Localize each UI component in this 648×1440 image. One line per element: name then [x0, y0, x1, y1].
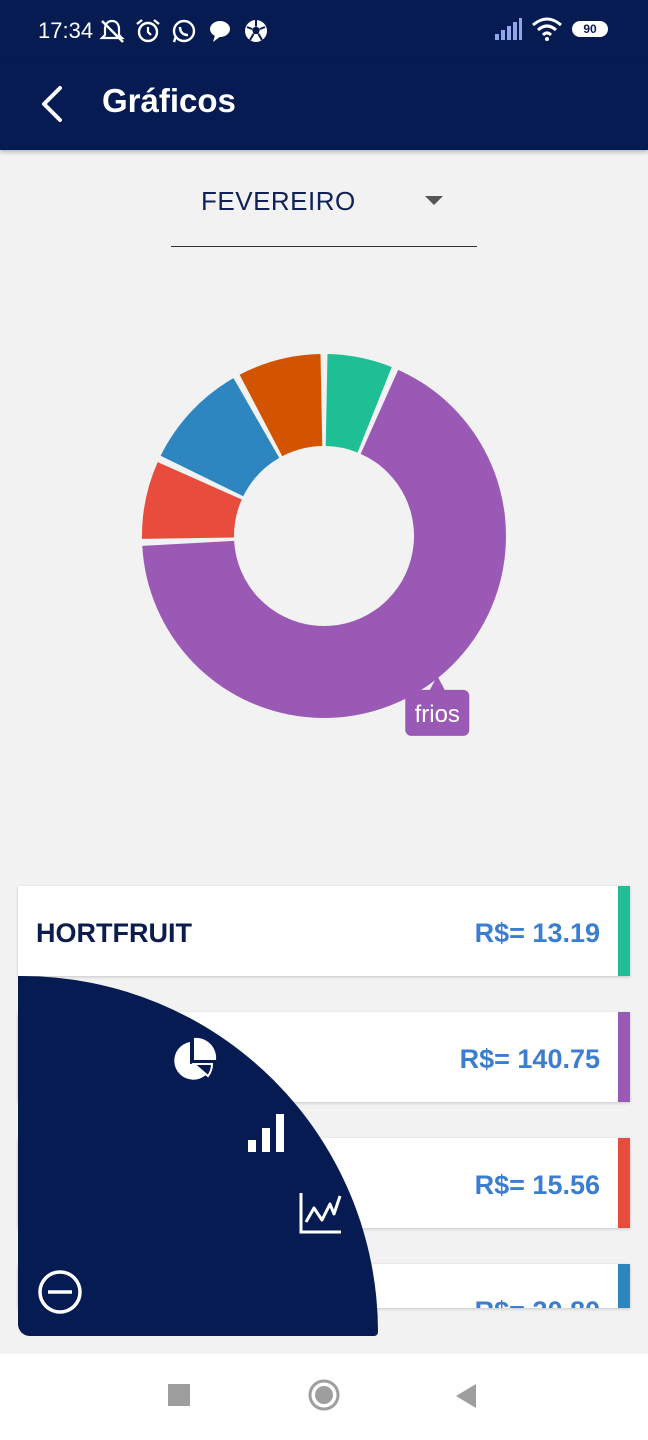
line-chart-icon[interactable]: [298, 1190, 344, 1236]
battery-icon: 90: [572, 21, 608, 37]
month-selected-value: FEVEREIRO: [201, 186, 356, 216]
battery-level: 90: [583, 22, 597, 36]
status-time: 17:34: [38, 18, 94, 43]
chat-icon: [210, 21, 230, 42]
signal-icon: [495, 18, 522, 40]
chevron-down-icon: [425, 196, 443, 205]
app-bar: Gráficos: [0, 62, 648, 150]
category-value: R$= 20.80: [475, 1296, 600, 1308]
bar-chart-icon[interactable]: [246, 1110, 290, 1154]
status-bar: 17:34 90: [0, 0, 648, 62]
category-value: R$= 140.75: [459, 1044, 600, 1074]
category-value: R$= 13.19: [474, 918, 600, 948]
list-item[interactable]: HORTFRUIT R$= 13.19: [18, 886, 630, 976]
pie-chart-icon[interactable]: [168, 1036, 218, 1086]
back-icon[interactable]: [454, 1382, 478, 1410]
mute-icon: [99, 19, 125, 43]
category-color-stripe: [618, 1264, 630, 1308]
system-nav-bar: [0, 1354, 648, 1440]
soccer-icon: [245, 20, 267, 42]
category-color-stripe: [618, 886, 630, 976]
back-arrow-icon[interactable]: [34, 82, 74, 126]
alarm-icon: [136, 19, 160, 43]
month-dropdown[interactable]: FEVEREIRO: [171, 168, 477, 247]
tooltip-label: frios: [415, 701, 460, 728]
close-menu-icon[interactable]: [36, 1268, 84, 1316]
chart-slices: [141, 354, 506, 718]
home-icon[interactable]: [307, 1378, 341, 1412]
wifi-icon: [532, 17, 562, 41]
category-color-stripe: [618, 1012, 630, 1102]
category-color-stripe: [618, 1138, 630, 1228]
donut-chart[interactable]: frios: [0, 340, 648, 760]
page-title: Gráficos: [102, 82, 236, 119]
category-value: R$= 15.56: [474, 1170, 600, 1200]
whatsapp-icon: [172, 19, 196, 43]
category-name: HORTFRUIT: [36, 918, 192, 948]
recents-icon[interactable]: [166, 1382, 192, 1408]
